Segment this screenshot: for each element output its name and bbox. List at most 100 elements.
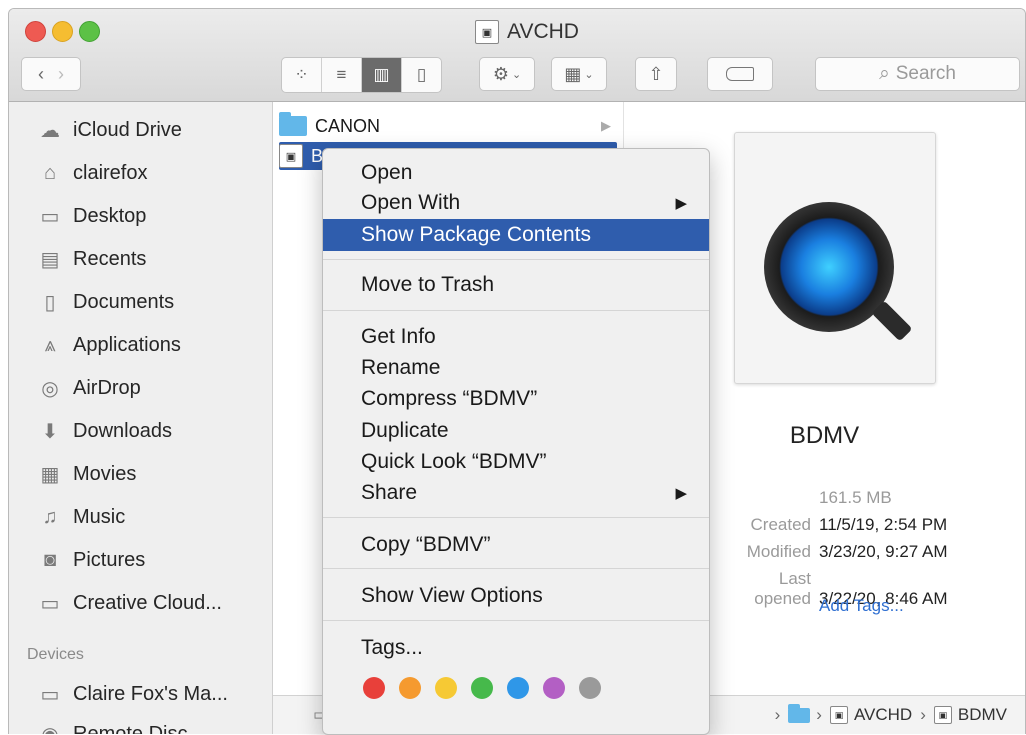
menu-item-move-to-trash[interactable]: Move to Trash <box>323 269 709 301</box>
share-button[interactable]: ⇧ <box>635 57 677 91</box>
menu-item-show-package-contents[interactable]: Show Package Contents <box>323 219 709 251</box>
cloud-icon: ☁ <box>40 119 60 142</box>
menu-separator <box>323 259 709 260</box>
add-tags-link[interactable]: Add Tags... <box>819 596 904 616</box>
column-view-icon[interactable]: ▥ <box>362 58 402 92</box>
menu-item-tags[interactable]: Tags... <box>323 632 709 664</box>
modified-label: Modified <box>746 542 811 561</box>
package-icon: ▣ <box>933 706 952 724</box>
sidebar-item-label: Documents <box>73 290 175 313</box>
back-forward-buttons[interactable]: ‹ › <box>21 57 81 91</box>
zoom-button[interactable] <box>79 21 100 42</box>
folder-icon[interactable] <box>788 703 811 723</box>
tag-red-dot[interactable] <box>363 677 385 699</box>
sidebar-item-computer[interactable]: ▭ Claire Fox's Ma... <box>37 676 228 712</box>
opened-label: Last opened <box>754 569 811 608</box>
sidebar-devices-header: Devices <box>27 646 84 663</box>
tag-green-dot[interactable] <box>471 677 493 699</box>
menu-item-label: Get Info <box>361 325 436 348</box>
tag-yellow-dot[interactable] <box>435 677 457 699</box>
menu-item-label: Open With <box>361 191 461 214</box>
sidebar-item-movies[interactable]: ▦ Movies <box>37 456 137 492</box>
sidebar-item-airdrop[interactable]: ◎ AirDrop <box>37 370 141 406</box>
menu-item-label: Quick Look “BDMV” <box>361 450 547 473</box>
sidebar-item-recents[interactable]: ▤ Recents <box>37 241 147 277</box>
submenu-arrow-icon: ▶ <box>675 195 687 212</box>
share-icon: ⇧ <box>648 63 664 84</box>
home-icon: ⌂ <box>43 161 57 184</box>
tag-blue-dot[interactable] <box>507 677 529 699</box>
laptop-icon: ▭ <box>40 683 60 706</box>
menu-item-label: Duplicate <box>361 419 449 442</box>
sidebar-item-downloads[interactable]: ⬇ Downloads <box>37 413 172 449</box>
search-field[interactable]: ⌕ Search <box>815 57 1020 91</box>
arrange-button[interactable]: ▦ ⌄ <box>551 57 607 91</box>
menu-item-open-with[interactable]: Open With ▶ <box>323 187 709 219</box>
sidebar-item-desktop[interactable]: ▭ Desktop <box>37 198 147 234</box>
menu-item-compress[interactable]: Compress “BDMV” <box>323 383 709 415</box>
action-button[interactable]: ⚙ ⌄ <box>479 57 535 91</box>
list-item[interactable]: CANON ▶ <box>279 112 617 140</box>
preview-size: 161.5 MB <box>819 488 892 507</box>
pictures-icon: ◙ <box>43 548 57 571</box>
forward-icon[interactable]: › <box>58 64 64 85</box>
title-bar: ▣ AVCHD ‹ › ⁘ ≡ ▥ ▯ ⚙ ⌄ ▦ ⌄ ⇧ ⌕ Search <box>9 9 1025 102</box>
disc-icon: ◉ <box>37 721 63 735</box>
sidebar-item-home[interactable]: ⌂ clairefox <box>37 155 148 191</box>
sidebar-item-label: Pictures <box>73 548 146 571</box>
folder-icon <box>279 112 307 136</box>
sidebar-item-label: Applications <box>73 333 181 356</box>
preview-modified-row: Modified 3/23/20, 9:27 AM <box>723 542 948 562</box>
tag-purple-dot[interactable] <box>543 677 565 699</box>
menu-item-label: Open <box>361 161 413 184</box>
preview-created-row: Created 11/5/19, 2:54 PM <box>723 515 948 535</box>
sidebar-item-creative-cloud[interactable]: ▭ Creative Cloud... <box>37 585 222 621</box>
submenu-arrow-icon: ▶ <box>675 485 687 502</box>
path-item[interactable]: BDMV <box>958 705 1007 725</box>
sidebar-item-label: iCloud Drive <box>73 118 182 141</box>
menu-item-get-info[interactable]: Get Info <box>323 321 709 353</box>
menu-item-open[interactable]: Open <box>323 157 709 189</box>
menu-item-label: Show Package Contents <box>361 223 591 246</box>
sidebar-item-music[interactable]: ♫ Music <box>37 499 126 535</box>
sidebar-item-label: AirDrop <box>73 376 141 399</box>
back-icon[interactable]: ‹ <box>38 64 44 85</box>
tag-icon <box>726 67 754 81</box>
tag-orange-dot[interactable] <box>399 677 421 699</box>
menu-separator <box>323 310 709 311</box>
cover-flow-icon[interactable]: ▯ <box>402 58 441 92</box>
menu-item-label: Share <box>361 481 418 504</box>
sidebar-item-documents[interactable]: ▯ Documents <box>37 284 174 320</box>
minimize-button[interactable] <box>52 21 73 42</box>
airdrop-icon: ◎ <box>41 377 59 400</box>
desktop-icon: ▭ <box>40 205 60 228</box>
menu-item-quick-look[interactable]: Quick Look “BDMV” <box>323 446 709 478</box>
sidebar-item-label: Downloads <box>73 419 172 442</box>
view-mode-segment[interactable]: ⁘ ≡ ▥ ▯ <box>281 57 442 93</box>
menu-item-rename[interactable]: Rename <box>323 352 709 384</box>
close-button[interactable] <box>25 21 46 42</box>
documents-icon: ▯ <box>44 291 56 314</box>
sidebar-item-pictures[interactable]: ◙ Pictures <box>37 542 145 578</box>
path-item[interactable]: AVCHD <box>854 705 912 725</box>
list-view-icon[interactable]: ≡ <box>322 58 362 92</box>
tags-button[interactable] <box>707 57 773 91</box>
applications-icon: ⩓ <box>44 333 56 356</box>
sidebar-item-icloud-drive[interactable]: ☁ iCloud Drive <box>37 112 182 148</box>
music-icon: ♫ <box>42 505 58 528</box>
search-placeholder: Search <box>895 63 956 84</box>
preview-size-row: 161.5 MB <box>723 488 892 508</box>
tag-gray-dot[interactable] <box>579 677 601 699</box>
menu-item-share[interactable]: Share ▶ <box>323 477 709 509</box>
tag-color-row <box>363 677 601 699</box>
sidebar-item-applications[interactable]: ⩓ Applications <box>37 327 181 363</box>
icon-view-icon[interactable]: ⁘ <box>282 58 322 92</box>
menu-item-show-view-options[interactable]: Show View Options <box>323 580 709 612</box>
package-icon: ▣ <box>279 144 303 168</box>
recents-icon: ▤ <box>40 248 60 271</box>
sidebar-item-remote-disc[interactable]: ◉ Remote Disc <box>37 716 187 735</box>
menu-item-copy[interactable]: Copy “BDMV” <box>323 529 709 561</box>
menu-item-duplicate[interactable]: Duplicate <box>323 415 709 447</box>
sidebar-item-label: Claire Fox's Ma... <box>73 682 228 705</box>
sidebar-item-label: Desktop <box>73 204 147 227</box>
